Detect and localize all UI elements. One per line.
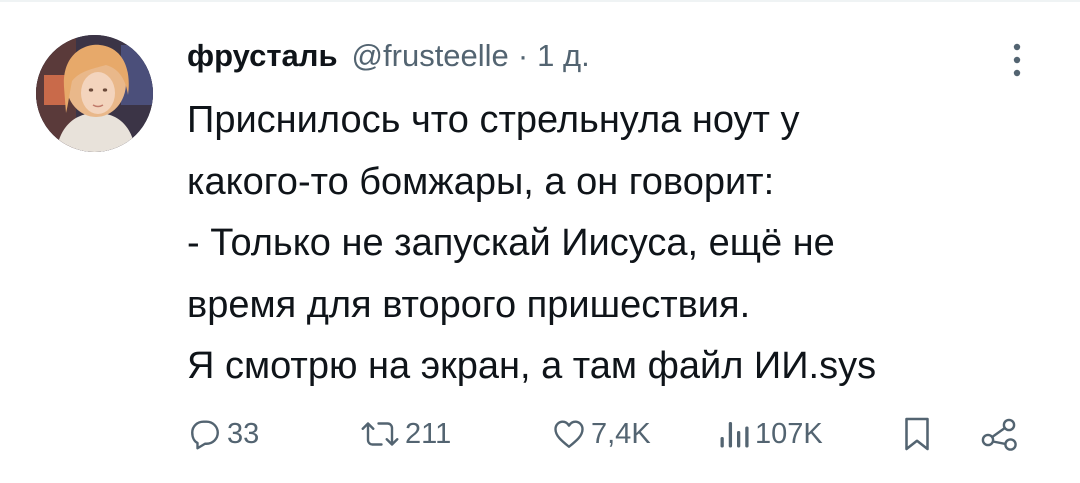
like-button[interactable]: 7,4K xyxy=(551,412,651,456)
tweet-card[interactable]: фрусталь @frusteelle · 1 д. Приснилось ч… xyxy=(0,0,1080,483)
divider xyxy=(0,0,1080,2)
share-button[interactable] xyxy=(980,412,1020,456)
tweet-header: фрусталь @frusteelle · 1 д. xyxy=(187,38,590,82)
author-handle[interactable]: @frusteelle xyxy=(352,38,509,74)
share-icon xyxy=(981,418,1017,451)
tweet-text-line: Приснилось что стрельнула ноут у xyxy=(187,99,800,141)
retweet-button[interactable]: 211 xyxy=(359,412,451,456)
tweet-text-line: - Только не запускай Иисуса, ещё не xyxy=(187,222,835,264)
tweet-actions-bar: 33 211 7,4K 107K xyxy=(187,412,1027,456)
avatar[interactable] xyxy=(36,35,153,152)
reply-count: 33 xyxy=(227,417,260,450)
retweet-count: 211 xyxy=(405,417,452,450)
views-icon xyxy=(720,422,749,448)
reply-icon xyxy=(191,420,219,450)
tweet-text-line: какого-то бомжары, а он говорит: xyxy=(187,160,775,203)
separator-dot: · xyxy=(517,38,529,73)
tweet-timestamp[interactable]: 1 д. xyxy=(537,38,590,74)
avatar-image xyxy=(36,35,153,152)
retweet-icon xyxy=(361,422,399,446)
reply-button[interactable]: 33 xyxy=(187,412,259,456)
like-count: 7,4K xyxy=(591,417,651,450)
tweet-text-line: Я смотрю на экран, а там файл ИИ.sys xyxy=(187,345,877,387)
tweet-text-line: время для второго пришествия. xyxy=(187,283,751,326)
tweet-text: Приснилось что стрельнула ноут у какого-… xyxy=(187,90,1047,398)
author-display-name[interactable]: фрусталь xyxy=(187,38,338,74)
heart-icon xyxy=(554,420,584,448)
views-count: 107K xyxy=(755,417,823,450)
more-vertical-icon xyxy=(1013,43,1021,77)
bookmark-button[interactable] xyxy=(899,412,935,456)
more-options-button[interactable] xyxy=(1002,38,1032,82)
views-button[interactable]: 107K xyxy=(717,412,823,456)
bookmark-icon xyxy=(905,417,929,451)
